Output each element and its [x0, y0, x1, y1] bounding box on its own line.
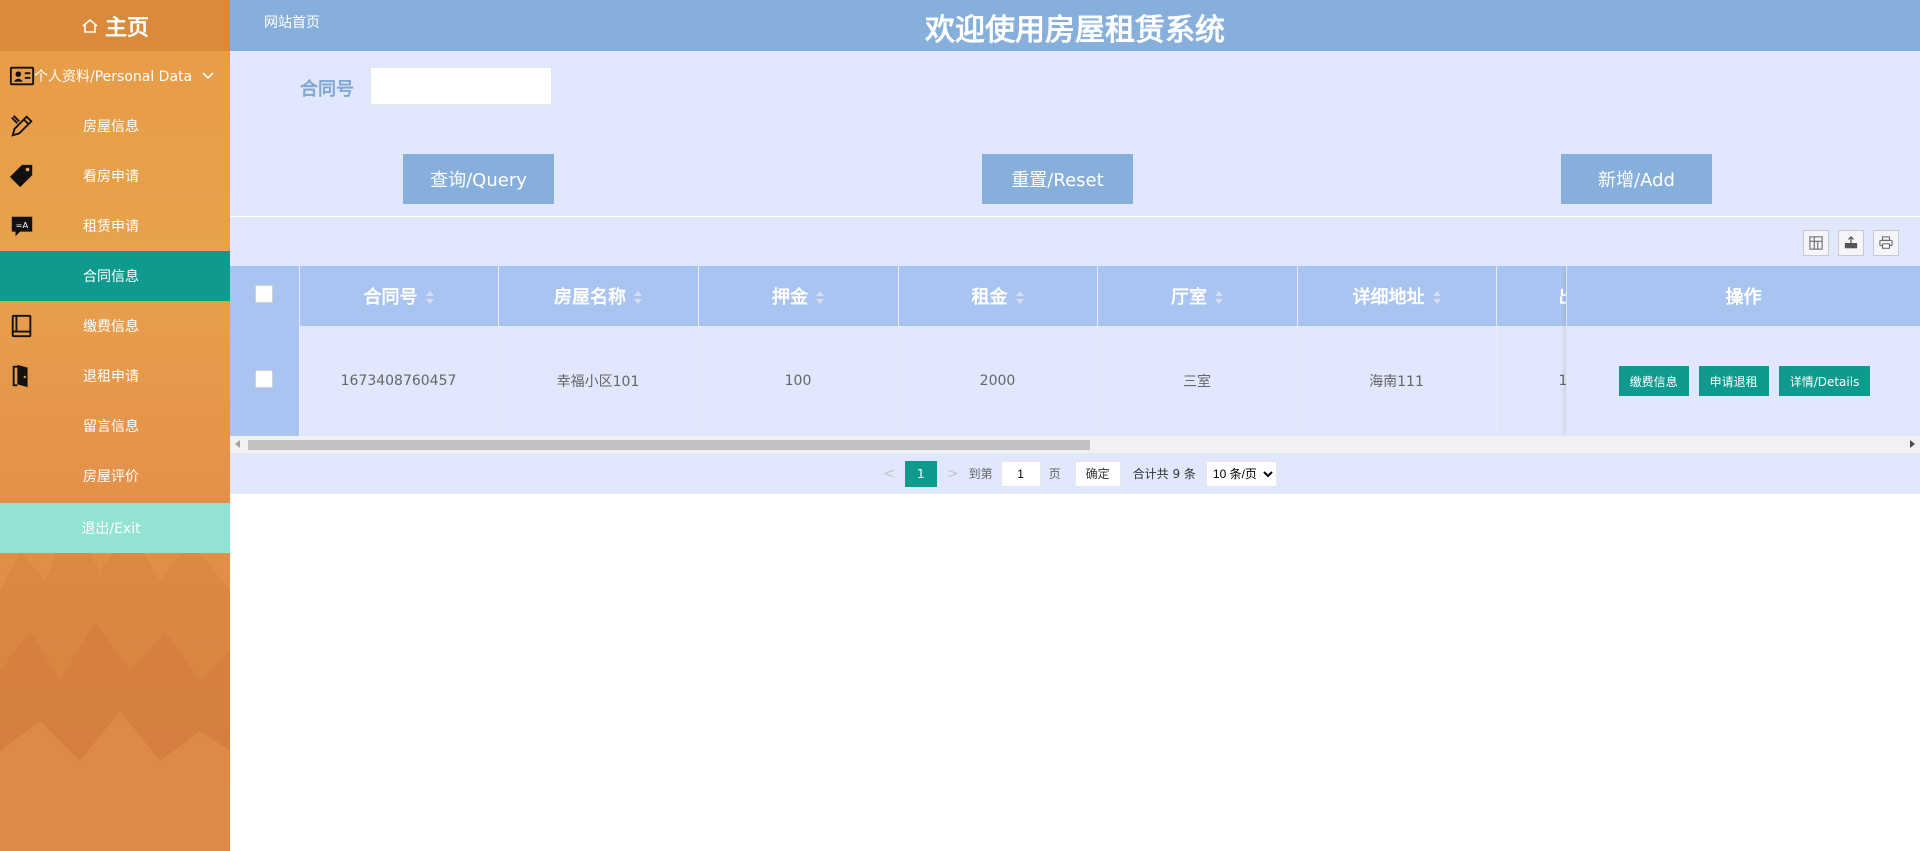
- top-bar: 网站首页 欢迎使用房屋租赁系统: [230, 0, 1920, 51]
- cell-rent: 2000: [898, 326, 1098, 436]
- table-toolbar: [230, 216, 1920, 266]
- sidebar-home-label: 主页: [104, 15, 149, 41]
- contract-number-input[interactable]: [370, 67, 552, 105]
- col-header-operations: 操作: [1567, 266, 1920, 326]
- horizontal-scrollbar[interactable]: [230, 436, 1920, 453]
- page-number-current[interactable]: 1: [904, 460, 937, 487]
- payment-info-button[interactable]: 缴费信息: [1618, 366, 1689, 396]
- table-row: 1673408760457 幸福小区101 100 2000 三室 海南111 …: [230, 326, 1697, 436]
- page-title: 欢迎使用房屋租赁系统: [925, 13, 1225, 48]
- contract-table: 合同号 房屋名称 押金 租金 厅室 详细地址 出 1673408760457 幸…: [230, 266, 1920, 453]
- sidebar-item-personal-data[interactable]: 个人资料/Personal Data: [0, 51, 230, 101]
- select-all-cell: [230, 266, 300, 326]
- sort-icon[interactable]: [1432, 291, 1441, 305]
- sort-icon[interactable]: [425, 291, 434, 305]
- prev-page-icon[interactable]: <: [883, 466, 895, 482]
- cell-contract-no: 1673408760457: [299, 326, 499, 436]
- operations-cell: 缴费信息 申请退租 详情/Details: [1567, 326, 1920, 436]
- sidebar-item-label: 留言信息: [83, 419, 139, 435]
- sidebar-item-house-review[interactable]: 房屋评价: [0, 451, 230, 501]
- sidebar-item-label: 合同信息: [83, 269, 139, 285]
- goto-label: 到第: [968, 467, 993, 481]
- cell-deposit: 100: [698, 326, 899, 436]
- sort-icon[interactable]: [1215, 291, 1223, 305]
- cell-rooms: 三室: [1097, 326, 1298, 436]
- search-panel: 合同号 查询/Query 重置/Reset 新增/Add: [230, 51, 1920, 216]
- sidebar-item-label: 租赁申请: [83, 219, 139, 235]
- apply-checkout-button[interactable]: 申请退租: [1698, 366, 1769, 396]
- contract-number-label: 合同号: [300, 79, 354, 100]
- sidebar-item-label: 个人资料/Personal Data: [34, 69, 193, 85]
- row-checkbox[interactable]: [255, 370, 274, 388]
- operations-column: 操作 缴费信息 申请退租 详情/Details: [1566, 266, 1920, 436]
- sidebar-item-label: 看房申请: [83, 169, 139, 185]
- sort-icon[interactable]: [634, 291, 642, 305]
- sidebar-item-messages[interactable]: 留言信息: [0, 401, 230, 451]
- reset-button[interactable]: 重置/Reset: [982, 154, 1133, 204]
- sidebar-item-checkout-request[interactable]: 退租申请: [0, 351, 230, 401]
- sidebar-item-label: 房屋评价: [83, 469, 139, 485]
- page-size-select[interactable]: 10 条/页: [1205, 460, 1277, 487]
- sidebar-item-payment-info[interactable]: 缴费信息: [0, 301, 230, 351]
- export-icon[interactable]: [1838, 230, 1864, 256]
- sort-icon[interactable]: [816, 291, 824, 305]
- sidebar: 主页 个人资料/Personal Data 房屋信息 看房申请 =A 租赁申请 …: [0, 0, 230, 851]
- columns-icon[interactable]: [1803, 230, 1829, 256]
- sidebar-item-label: 缴费信息: [83, 319, 139, 335]
- cell-house-name: 幸福小区101: [498, 326, 699, 436]
- next-page-icon[interactable]: >: [947, 466, 959, 482]
- scroll-left-icon[interactable]: [235, 440, 240, 448]
- goto-page-input[interactable]: [1000, 460, 1041, 487]
- sidebar-item-exit[interactable]: 退出/Exit: [0, 503, 230, 553]
- total-count: 合计共 9 条: [1132, 467, 1196, 481]
- add-button[interactable]: 新增/Add: [1561, 154, 1712, 204]
- col-header-address[interactable]: 详细地址: [1297, 266, 1497, 326]
- select-all-checkbox[interactable]: [255, 284, 274, 303]
- sidebar-home[interactable]: 主页: [0, 0, 230, 51]
- sidebar-item-label: 退租申请: [83, 369, 139, 385]
- cell-address: 海南111: [1297, 326, 1497, 436]
- chevron-down-icon: [200, 67, 216, 83]
- scroll-right-icon[interactable]: [1910, 440, 1915, 448]
- details-button[interactable]: 详情/Details: [1778, 366, 1871, 396]
- user-card-icon: [8, 62, 36, 90]
- sidebar-item-house-info[interactable]: 房屋信息: [0, 101, 230, 151]
- col-header-rent[interactable]: 租金: [898, 266, 1098, 326]
- home-icon: [81, 17, 99, 35]
- pagination: < 1 > 到第 页 确定 合计共 9 条 10 条/页: [230, 453, 1920, 494]
- col-header-contract-no[interactable]: 合同号: [299, 266, 499, 326]
- sort-icon[interactable]: [1015, 291, 1024, 305]
- goto-confirm-button[interactable]: 确定: [1074, 460, 1121, 487]
- page-suffix-label: 页: [1048, 467, 1061, 481]
- print-icon[interactable]: [1873, 230, 1899, 256]
- row-select-cell: [230, 326, 300, 436]
- scrollbar-thumb[interactable]: [248, 440, 1090, 450]
- sidebar-item-label: 房屋信息: [83, 119, 139, 135]
- col-header-deposit[interactable]: 押金: [698, 266, 899, 326]
- col-header-rooms[interactable]: 厅室: [1097, 266, 1298, 326]
- sidebar-item-label: 退出/Exit: [81, 521, 141, 537]
- query-button[interactable]: 查询/Query: [403, 154, 554, 204]
- sidebar-item-rental-request[interactable]: =A 租赁申请: [0, 201, 230, 251]
- sidebar-item-viewing-request[interactable]: 看房申请: [0, 151, 230, 201]
- table-header-row: 合同号 房屋名称 押金 租金 厅室 详细地址 出: [230, 266, 1697, 326]
- col-header-house-name[interactable]: 房屋名称: [498, 266, 699, 326]
- sidebar-item-contract-info[interactable]: 合同信息: [0, 251, 230, 301]
